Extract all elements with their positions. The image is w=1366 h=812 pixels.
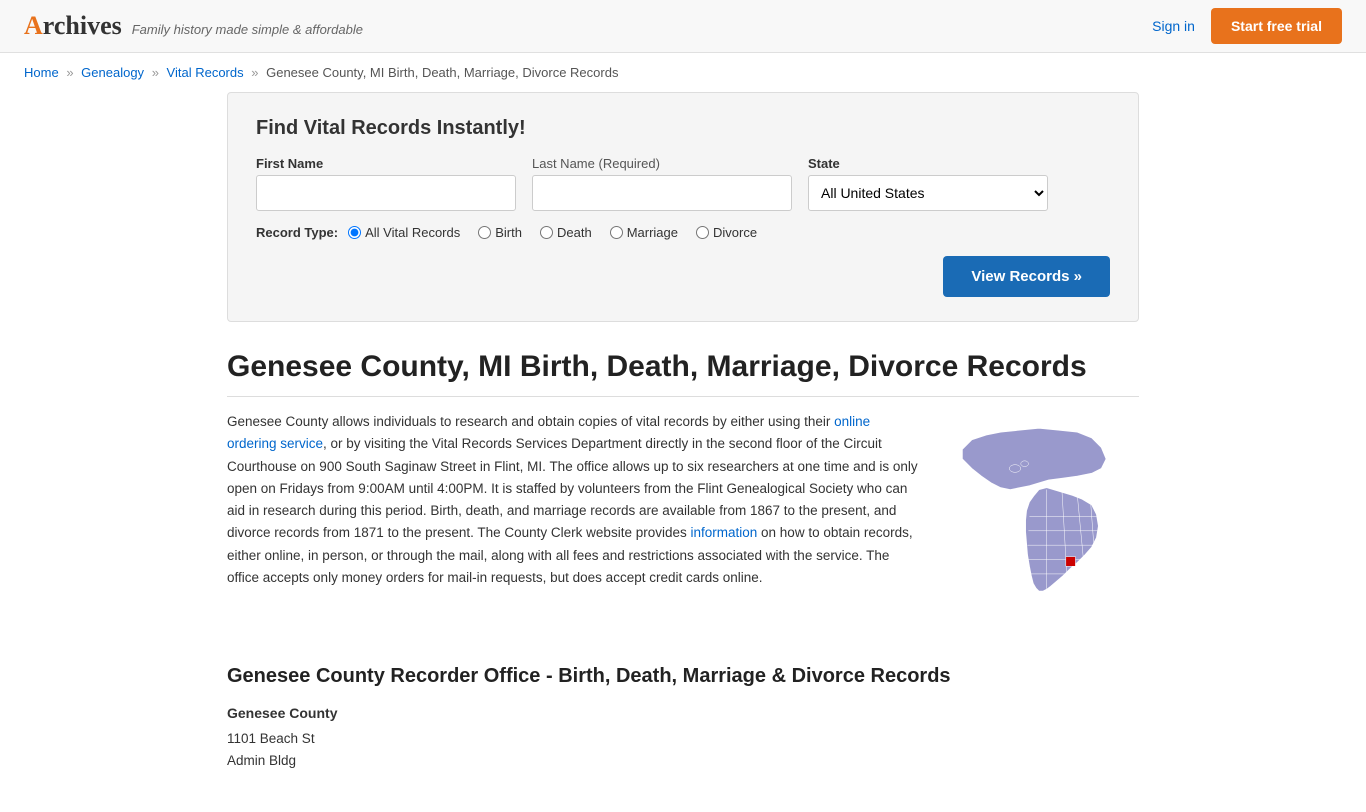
record-type-all[interactable]: All Vital Records	[348, 225, 460, 240]
record-type-options: All Vital Records Birth Death Marriage D…	[348, 225, 757, 240]
state-select[interactable]: All United States Alabama Michigan	[808, 175, 1048, 211]
record-type-marriage-radio[interactable]	[610, 226, 623, 239]
record-type-all-radio[interactable]	[348, 226, 361, 239]
sign-in-link[interactable]: Sign in	[1152, 18, 1195, 34]
breadcrumb-sep-2: »	[152, 65, 159, 80]
first-name-input[interactable]	[256, 175, 516, 211]
record-type-divorce-radio[interactable]	[696, 226, 709, 239]
first-name-label: First Name	[256, 156, 516, 171]
content-text: Genesee County allows individuals to res…	[227, 411, 919, 641]
last-name-group: Last Name (Required)	[532, 156, 792, 211]
state-group: State All United States Alabama Michigan	[808, 156, 1048, 211]
record-type-death[interactable]: Death	[540, 225, 592, 240]
start-trial-button[interactable]: Start free trial	[1211, 8, 1342, 44]
breadcrumb: Home » Genealogy » Vital Records » Genes…	[0, 53, 1366, 92]
intro-text-1: Genesee County allows individuals to res…	[227, 414, 834, 429]
state-label: State	[808, 156, 1048, 171]
site-logo: Archives	[24, 11, 122, 41]
page-heading: Genesee County, MI Birth, Death, Marriag…	[227, 350, 1139, 397]
record-type-marriage[interactable]: Marriage	[610, 225, 678, 240]
breadcrumb-home[interactable]: Home	[24, 65, 59, 80]
recorder-heading: Genesee County Recorder Office - Birth, …	[227, 665, 1139, 688]
map-container	[939, 411, 1139, 641]
first-name-group: First Name	[256, 156, 516, 211]
header-left: Archives Family history made simple & af…	[24, 11, 363, 41]
office-address2: Admin Bldg	[227, 750, 1139, 772]
header-right: Sign in Start free trial	[1152, 8, 1342, 44]
intro-link-2[interactable]: information	[690, 525, 757, 540]
record-type-label: Record Type:	[256, 225, 338, 240]
office-address1: 1101 Beach St	[227, 728, 1139, 750]
breadcrumb-sep-1: »	[66, 65, 73, 80]
view-records-button[interactable]: View Records »	[943, 256, 1110, 297]
record-type-birth[interactable]: Birth	[478, 225, 522, 240]
record-type-birth-radio[interactable]	[478, 226, 491, 239]
office-info: Genesee County 1101 Beach St Admin Bldg	[227, 702, 1139, 772]
last-name-label: Last Name (Required)	[532, 156, 792, 171]
breadcrumb-sep-3: »	[251, 65, 258, 80]
intro-paragraph: Genesee County allows individuals to res…	[227, 411, 919, 589]
search-box: Find Vital Records Instantly! First Name…	[227, 92, 1139, 322]
site-tagline: Family history made simple & affordable	[132, 22, 363, 37]
search-btn-row: View Records »	[256, 256, 1110, 297]
last-name-input[interactable]	[532, 175, 792, 211]
search-fields: First Name Last Name (Required) State Al…	[256, 156, 1110, 211]
breadcrumb-genealogy[interactable]: Genealogy	[81, 65, 144, 80]
record-type-row: Record Type: All Vital Records Birth Dea…	[256, 225, 1110, 240]
site-header: Archives Family history made simple & af…	[0, 0, 1366, 53]
breadcrumb-vital-records[interactable]: Vital Records	[167, 65, 244, 80]
record-type-death-radio[interactable]	[540, 226, 553, 239]
office-name: Genesee County	[227, 702, 1139, 724]
breadcrumb-current: Genesee County, MI Birth, Death, Marriag…	[266, 65, 618, 80]
search-box-title: Find Vital Records Instantly!	[256, 117, 1110, 140]
content-with-map: Genesee County allows individuals to res…	[227, 411, 1139, 641]
main-container: Find Vital Records Instantly! First Name…	[203, 92, 1163, 812]
michigan-map	[939, 411, 1139, 641]
record-type-divorce[interactable]: Divorce	[696, 225, 757, 240]
